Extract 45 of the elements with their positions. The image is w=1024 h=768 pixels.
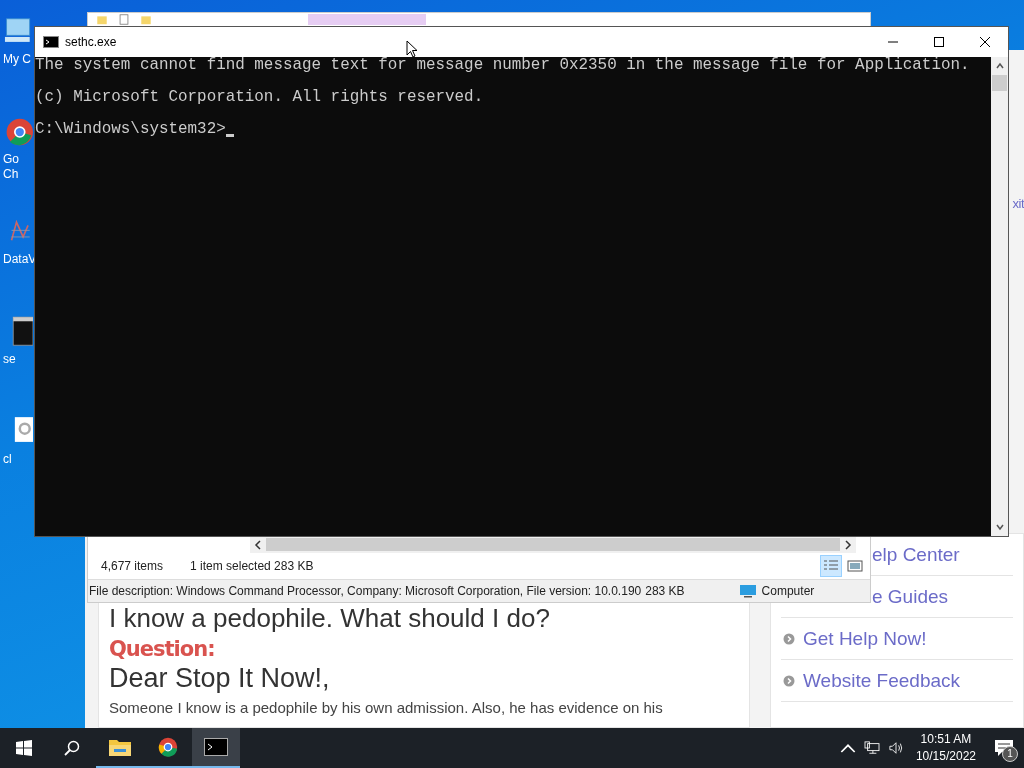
question-label: Question: [109, 636, 216, 662]
bullet-icon [783, 674, 795, 687]
view-toggle[interactable] [820, 555, 842, 577]
selection-info: 1 item selected 283 KB [190, 559, 314, 573]
computer-icon [738, 584, 757, 598]
clock[interactable]: 10:51 AM 10/15/2022 [907, 731, 984, 765]
network-icon[interactable] [863, 741, 880, 755]
file-size: 283 KB [645, 584, 685, 598]
preview-view-icon [847, 559, 863, 573]
search-icon[interactable] [64, 740, 80, 756]
window-title: sethc.exe [65, 35, 117, 49]
sidebar-link[interactable]: Website Feedback [803, 669, 960, 692]
desktop-icon-label: Ch [2, 167, 19, 182]
clock-time: 10:51 AM [920, 731, 972, 748]
clock-date: 10/15/2022 [915, 748, 976, 765]
article-paragraph: Someone I know is a pedophile by his own admission. Also, he has evidence on his [109, 698, 664, 718]
windows-logo-icon[interactable] [16, 740, 32, 756]
sidebar-link[interactable]: elp Center [872, 543, 960, 566]
console-output-line: (c) Microsoft Corporation. All rights reserved. [35, 89, 485, 105]
salutation-heading: Dear Stop It Now!, [109, 662, 331, 694]
file-description: File description: Windows Command Processor, Company: Microsoft Corporation, File version: 10.0.190 [88, 584, 642, 598]
desktop-icon-label: cl [2, 452, 12, 467]
notification-count: 1 [1002, 746, 1018, 762]
article-title: I know a pedophile. What should I do? [109, 604, 551, 632]
text-cursor [225, 134, 234, 137]
item-count: 4,677 items [101, 559, 164, 573]
sidebar-link[interactable]: e Guides [872, 585, 949, 608]
taskbar-app[interactable] [192, 728, 240, 768]
console-icon [204, 737, 228, 757]
details-view-icon [823, 559, 839, 573]
console-icon [43, 36, 59, 48]
browser-icon [156, 737, 180, 757]
desktop-icon-label: se [2, 352, 16, 367]
bullet-icon [783, 632, 795, 645]
location-label: Computer [761, 584, 815, 598]
sidebar-link[interactable]: Get Help Now! [803, 627, 927, 650]
desktop-icon-label: Go [2, 152, 19, 167]
scroll-thumb[interactable] [992, 75, 1007, 91]
speaker-icon[interactable] [887, 741, 904, 755]
link-text[interactable]: xit [1012, 196, 1024, 211]
folder-icon [108, 737, 132, 757]
console-output-line: The system cannot find message text for message number 0x2350 in the message file for Application. [35, 57, 971, 73]
vertical-scrollbar[interactable] [991, 57, 1008, 536]
desktop-icon-label: My C [2, 52, 31, 67]
command-prompt: C:\Windows\system32> [35, 121, 226, 137]
